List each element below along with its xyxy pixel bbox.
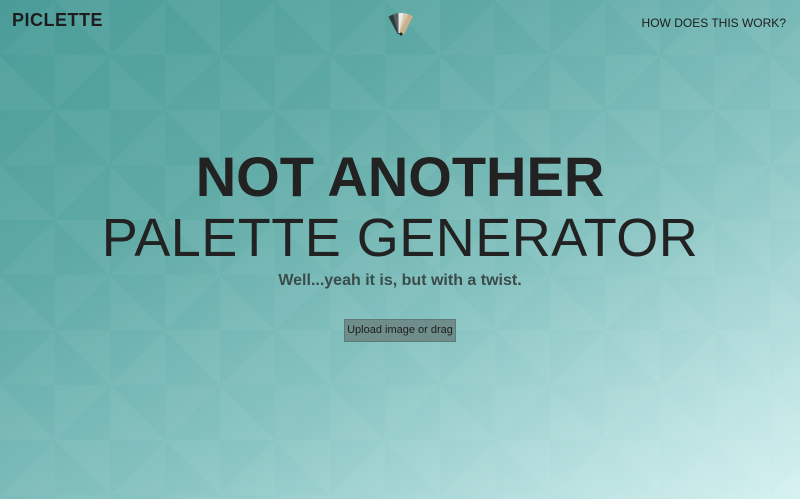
hero-title-line1: NOT ANOTHER	[195, 145, 605, 208]
brand-logo-text[interactable]: PICLETTE	[12, 10, 103, 31]
hero-subtitle: Well...yeah it is, but with a twist.	[278, 272, 522, 289]
hero-section: NOT ANOTHER PALETTE GENERATOR Well...yea…	[0, 146, 800, 290]
how-it-works-link[interactable]: HOW DOES THIS WORK?	[642, 16, 786, 30]
upload-image-button[interactable]: Upload image or drag	[344, 319, 456, 342]
hero-title-line2: PALETTE GENERATOR	[101, 208, 699, 268]
color-swatch-fan-icon	[388, 9, 414, 37]
